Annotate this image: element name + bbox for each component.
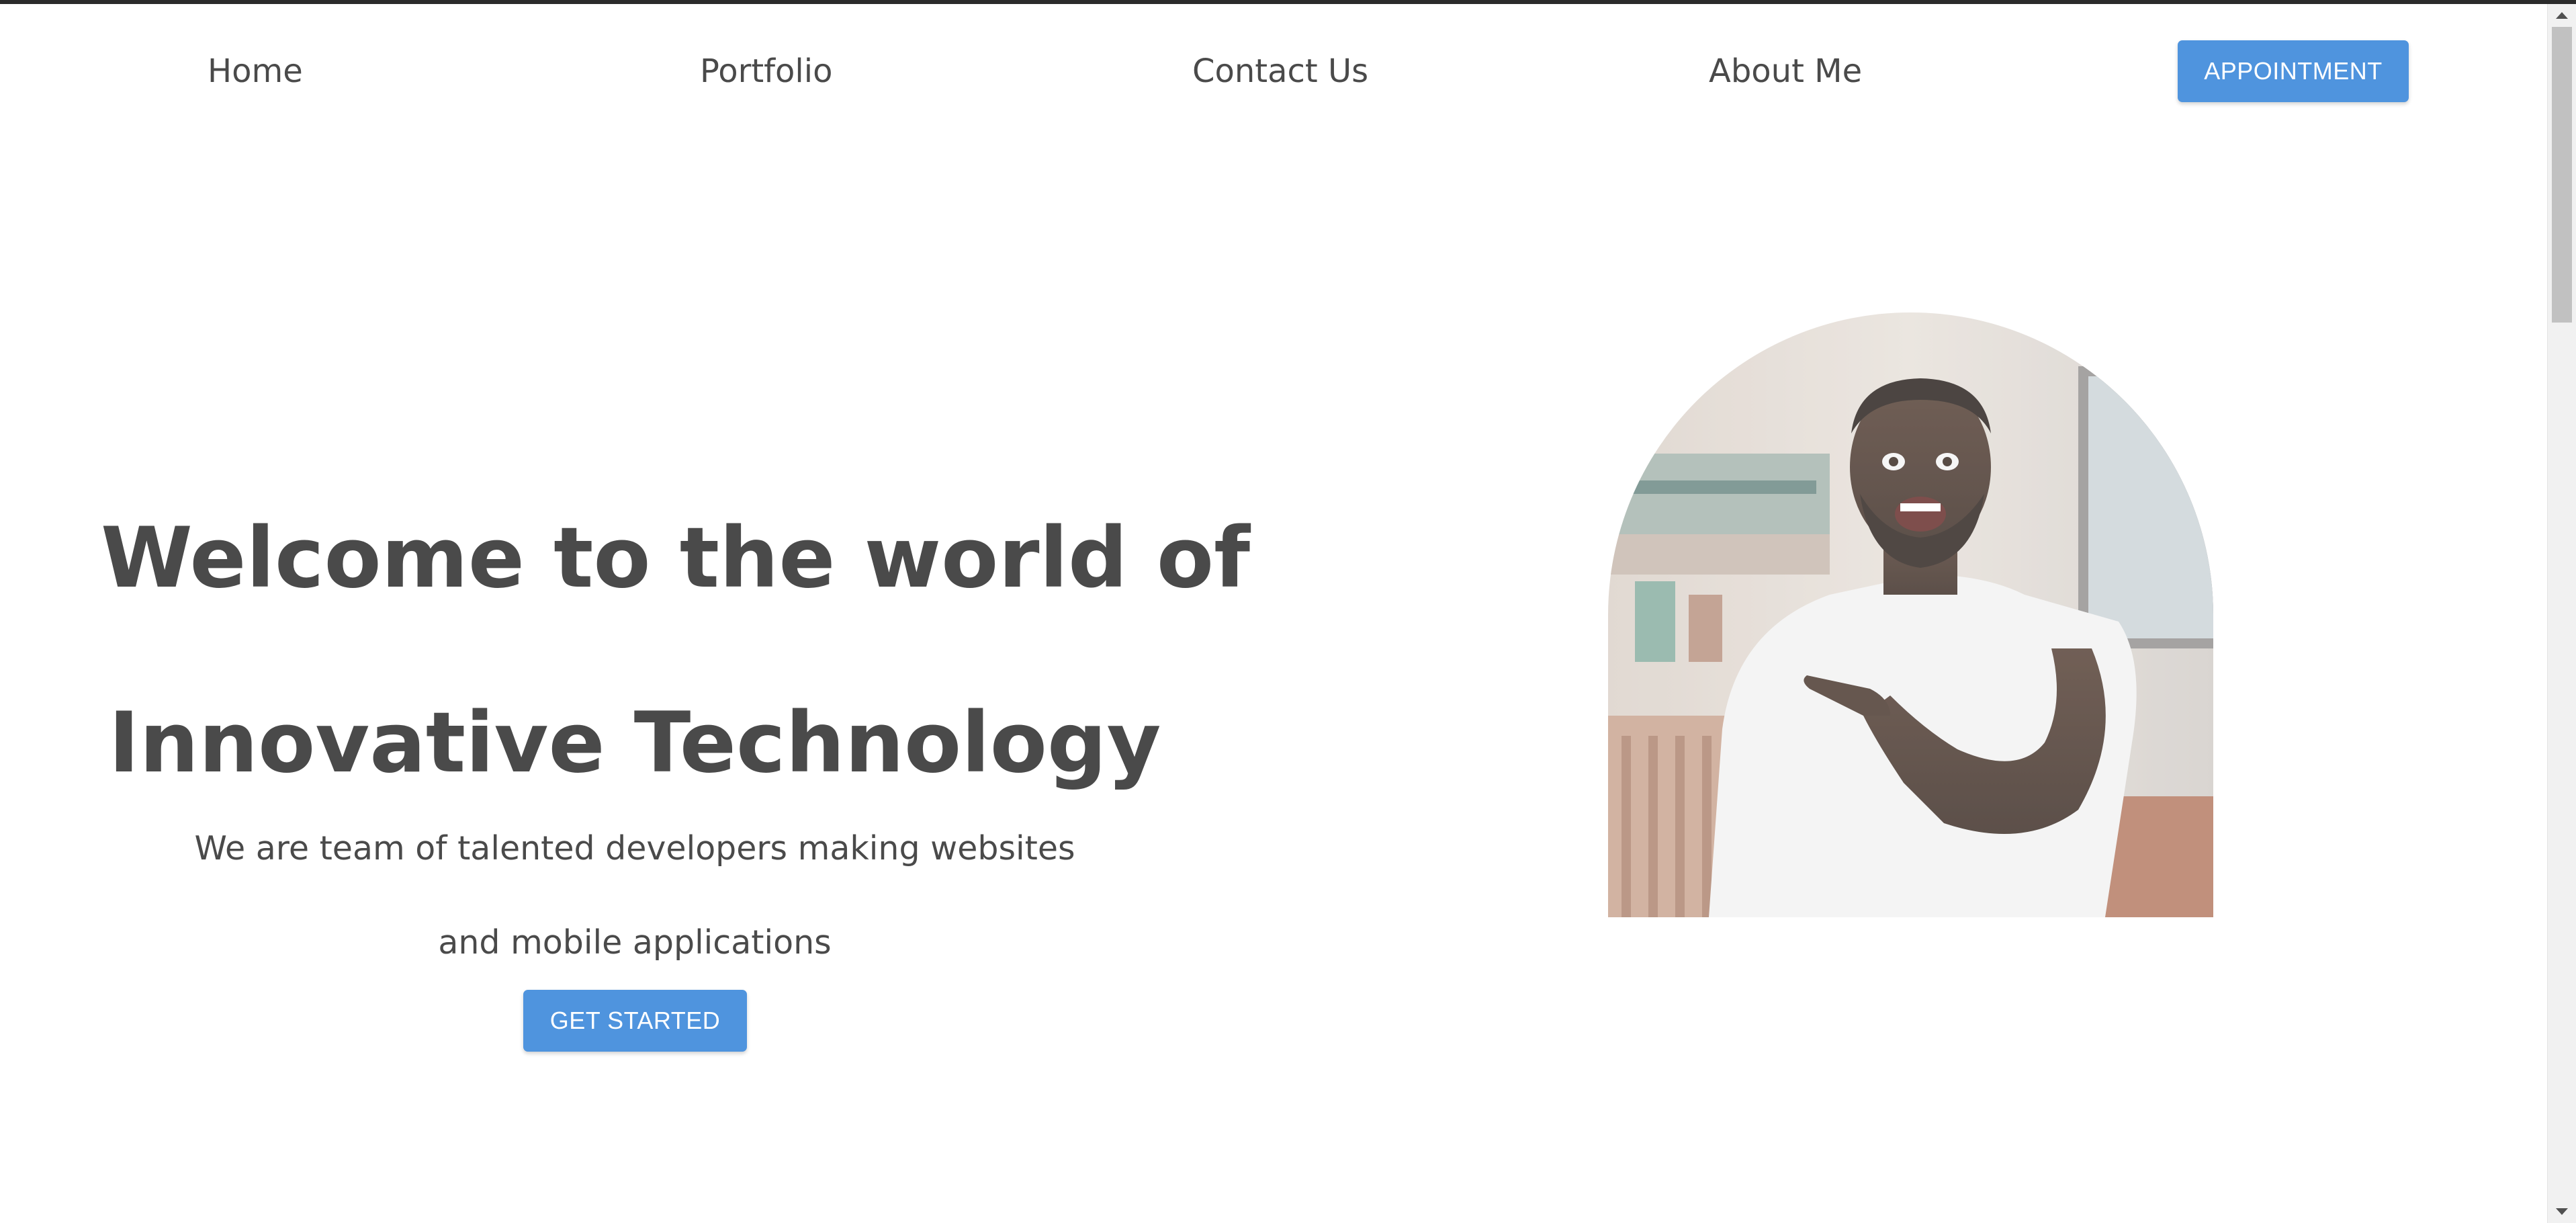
hero-title-line-2: Innovative Technology (108, 695, 1161, 792)
vertical-scrollbar[interactable] (2547, 4, 2576, 1223)
appointment-button[interactable]: APPOINTMENT (2178, 40, 2409, 102)
scroll-down-arrow-icon[interactable] (2556, 1208, 2568, 1215)
nav-about-link[interactable]: About Me (1709, 52, 1862, 90)
get-started-button[interactable]: GET STARTED (523, 990, 747, 1052)
hero-image (1608, 312, 2213, 917)
scrollbar-thumb[interactable] (2552, 27, 2572, 323)
nav-portfolio-link[interactable]: Portfolio (700, 52, 832, 90)
top-nav: Home Portfolio Contact Us About Me APPOI… (0, 4, 2548, 138)
nav-contact-link[interactable]: Contact Us (1192, 52, 1368, 90)
hero-subtitle-line-1: We are team of talented developers makin… (194, 829, 1075, 868)
hero-photo-illustration (1608, 312, 2213, 917)
page: Home Portfolio Contact Us About Me APPOI… (0, 4, 2548, 1223)
hero-title-line-1: Welcome to the world of (101, 510, 1251, 607)
scroll-up-arrow-icon[interactable] (2556, 12, 2568, 19)
hero-subtitle-line-2: and mobile applications (438, 923, 832, 962)
nav-home-link[interactable]: Home (208, 52, 303, 90)
